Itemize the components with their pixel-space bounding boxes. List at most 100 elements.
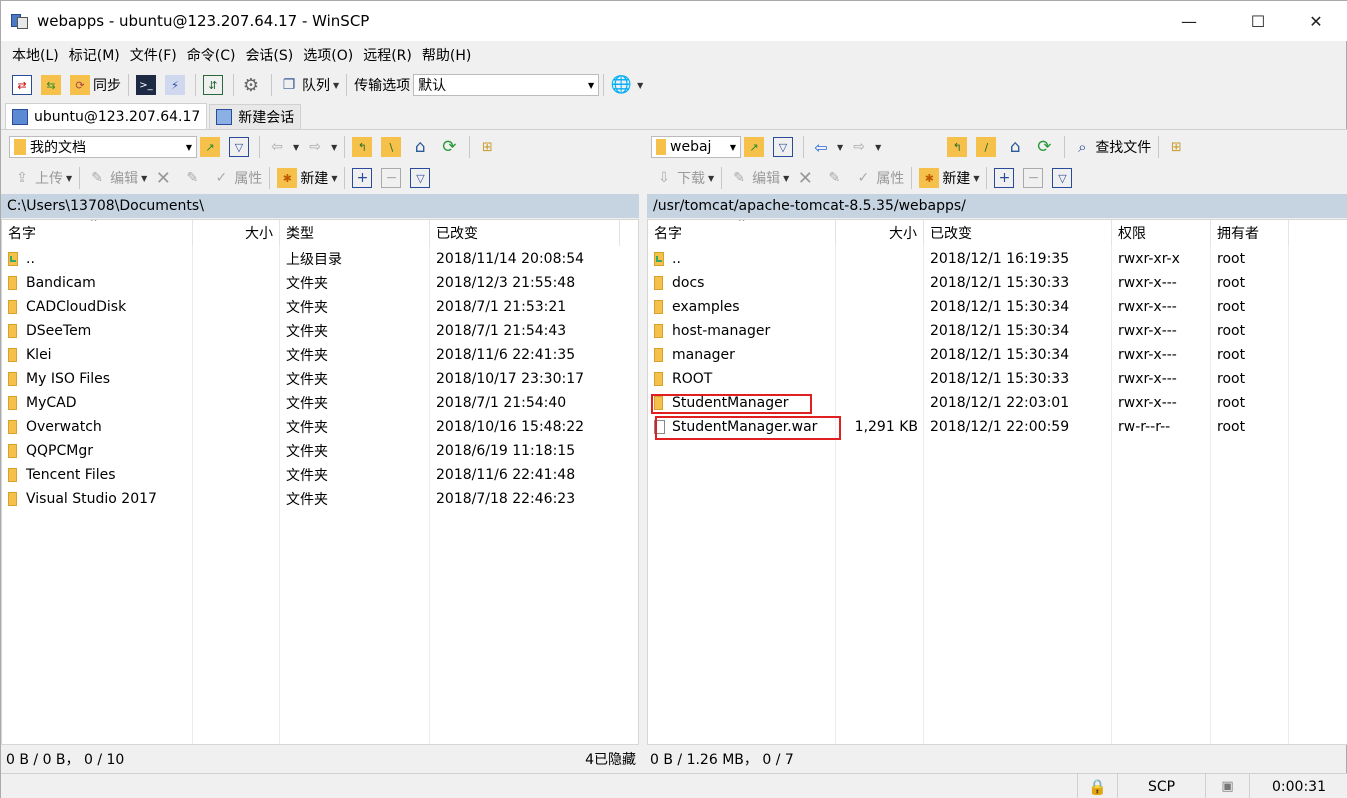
local-file-row[interactable]: .. 上级目录 2018/11/14 20:08:54 [2,247,638,271]
local-file-row[interactable]: QQPCMgr 文件夹 2018/6/19 11:18:15 [2,439,638,463]
remote-filter-button[interactable]: ▽ [770,134,799,160]
putty-button[interactable]: ⚡ [162,72,191,98]
remote-select-button[interactable]: + [991,165,1020,191]
local-file-row[interactable]: Tencent Files 文件夹 2018/11/6 22:41:48 [2,463,638,487]
minimize-button[interactable]: — [1166,1,1212,41]
synchronize-button[interactable]: ⟳ 同步 [67,72,124,98]
maximize-button[interactable]: ☐ [1235,1,1281,41]
remote-file-row[interactable]: host-manager 2018/12/1 15:30:34 rwxr-x--- r… [648,319,1347,343]
lock-icon: 🔒 [1088,777,1107,796]
remote-col-name[interactable]: ^ 名字 [648,220,836,246]
remote-file-row[interactable]: ROOT 2018/12/1 15:30:33 rwxr-x--- root [648,367,1347,391]
local-back-button[interactable]: ⇦ ▼ [264,134,302,160]
panel-splitter[interactable] [639,130,647,773]
new-label: 新建 [300,171,329,187]
tab-new-session[interactable]: 新建会话 [209,104,302,129]
local-cell-size [193,295,280,319]
queue-button[interactable]: ❐ 队列 ▼ [276,72,342,98]
local-file-row[interactable]: Klei 文件夹 2018/11/6 22:41:35 [2,343,638,367]
preferences-button[interactable]: ⚙ [238,72,267,98]
session-manager-button[interactable]: ⇵ [200,72,229,98]
remote-filter-select-button[interactable]: ▽ [1049,165,1078,191]
local-select-button[interactable]: + [349,165,378,191]
local-col-name[interactable]: ^ 名字 [2,220,193,246]
remote-edit-button[interactable]: ✎ 编辑 ▼ [726,165,792,191]
remote-file-row[interactable]: manager 2018/12/1 15:30:34 rwxr-x--- root [648,343,1347,367]
remote-back-button[interactable]: ⇦ ▼ [808,134,846,160]
local-rename-button[interactable]: ✎ [179,165,208,191]
local-edit-button[interactable]: ✎ 编辑 ▼ [84,165,150,191]
menu-remote[interactable]: 远程(R) [358,45,417,65]
remote-home-button[interactable]: ⌂ [1002,134,1031,160]
remote-forward-button[interactable]: ⇨ ▼ [846,134,884,160]
remote-file-row[interactable]: examples 2018/12/1 15:30:34 rwxr-x--- root [648,295,1347,319]
remote-file-list[interactable]: ^ 名字 大小 已改变 权限 拥有者 .. 2018/12/1 16:19:35 rw… [647,219,1347,745]
folder-icon [8,276,17,290]
encryption-status[interactable]: 🔒 [1077,774,1117,798]
tab-session-ubuntu[interactable]: ubuntu@123.207.64.17 [5,103,208,129]
menu-files[interactable]: 文件(F) [125,45,182,65]
remote-location-select[interactable]: webaj ▼ [651,136,741,158]
remote-delete-button[interactable]: ✕ [792,165,821,191]
compare-directories-button[interactable]: ⇄ [9,72,38,98]
open-terminal-button[interactable]: >_ [133,72,162,98]
menu-session[interactable]: 会话(S) [240,45,298,65]
toolbar-separator [271,74,272,96]
local-open-directory-button[interactable]: ↗ [197,134,226,160]
local-root-dir-button[interactable]: \ [378,134,407,160]
menu-mark[interactable]: 标记(M) [64,45,125,65]
remote-new-button[interactable]: ✱ 新建 ▼ [916,165,982,191]
remote-file-row[interactable]: .. 2018/12/1 16:19:35 rwxr-xr-x root [648,247,1347,271]
remote-parent-dir-button[interactable]: ↰ [944,134,973,160]
remote-col-changed[interactable]: 已改变 [924,220,1112,246]
find-files-button[interactable]: ⌕ 查找文件 [1069,134,1154,160]
local-file-row[interactable]: MyCAD 文件夹 2018/7/1 21:54:40 [2,391,638,415]
menu-help[interactable]: 帮助(H) [417,45,476,65]
local-filter-button[interactable]: ▽ [226,134,255,160]
remote-root-dir-button[interactable]: / [973,134,1002,160]
remote-unselect-button[interactable]: − [1020,165,1049,191]
local-tree-button[interactable]: ⊞ [474,134,503,160]
download-button[interactable]: ⇩ 下载 ▼ [651,165,717,191]
synchronize-browsing-button[interactable]: ⇆ [38,72,67,98]
remote-refresh-button[interactable]: ⟳ [1031,134,1060,160]
local-file-row[interactable]: Bandicam 文件夹 2018/12/3 21:55:48 [2,271,638,295]
local-col-size[interactable]: 大小 [193,220,280,246]
remote-properties-button[interactable]: ✓ 属性 [850,165,907,191]
local-forward-button[interactable]: ⇨ ▼ [302,134,340,160]
menu-options[interactable]: 选项(O) [298,45,358,65]
local-refresh-button[interactable]: ⟳ [436,134,465,160]
remote-col-owner[interactable]: 拥有者 [1211,220,1289,246]
local-col-changed[interactable]: 已改变 [430,220,620,246]
local-new-button[interactable]: ✱ 新建 ▼ [274,165,340,191]
local-file-list[interactable]: ^ 名字 大小 类型 已改变 .. 上级目录 2018/11/14 20:08:54 B… [1,219,639,745]
connection-status[interactable]: ▣ [1205,774,1249,798]
local-file-row[interactable]: CADCloudDisk 文件夹 2018/7/1 21:53:21 [2,295,638,319]
transfer-settings-button[interactable]: 🌐 ▼ [608,72,646,98]
local-location-select[interactable]: 我的文档 ▼ [9,136,197,158]
remote-cell-changed: 2018/12/1 15:30:33 [924,367,1112,391]
transfer-preset-select[interactable]: 默认 ▼ [413,74,600,96]
local-file-row[interactable]: My ISO Files 文件夹 2018/10/17 23:30:17 [2,367,638,391]
edit-icon: ✎ [91,170,104,186]
local-properties-button[interactable]: ✓ 属性 [208,165,265,191]
local-file-row[interactable]: Visual Studio 2017 文件夹 2018/7/18 22:46:23 [2,487,638,511]
local-file-row[interactable]: Overwatch 文件夹 2018/10/16 15:48:22 [2,415,638,439]
local-col-type[interactable]: 类型 [280,220,430,246]
remote-open-directory-button[interactable]: ↗ [741,134,770,160]
remote-tree-button[interactable]: ⊞ [1163,134,1192,160]
local-unselect-button[interactable]: − [378,165,407,191]
local-parent-dir-button[interactable]: ↰ [349,134,378,160]
local-home-button[interactable]: ⌂ [407,134,436,160]
local-filter-select-button[interactable]: ▽ [407,165,436,191]
local-delete-button[interactable]: ✕ [150,165,179,191]
local-file-row[interactable]: DSeeTem 文件夹 2018/7/1 21:54:43 [2,319,638,343]
close-button[interactable]: ✕ [1293,1,1339,41]
remote-col-rights[interactable]: 权限 [1112,220,1211,246]
remote-file-row[interactable]: docs 2018/12/1 15:30:33 rwxr-x--- root [648,271,1347,295]
menu-commands[interactable]: 命令(C) [182,45,241,65]
menu-local[interactable]: 本地(L) [7,45,64,65]
remote-rename-button[interactable]: ✎ [821,165,850,191]
upload-button[interactable]: ⇪ 上传 ▼ [9,165,75,191]
remote-col-size[interactable]: 大小 [836,220,924,246]
